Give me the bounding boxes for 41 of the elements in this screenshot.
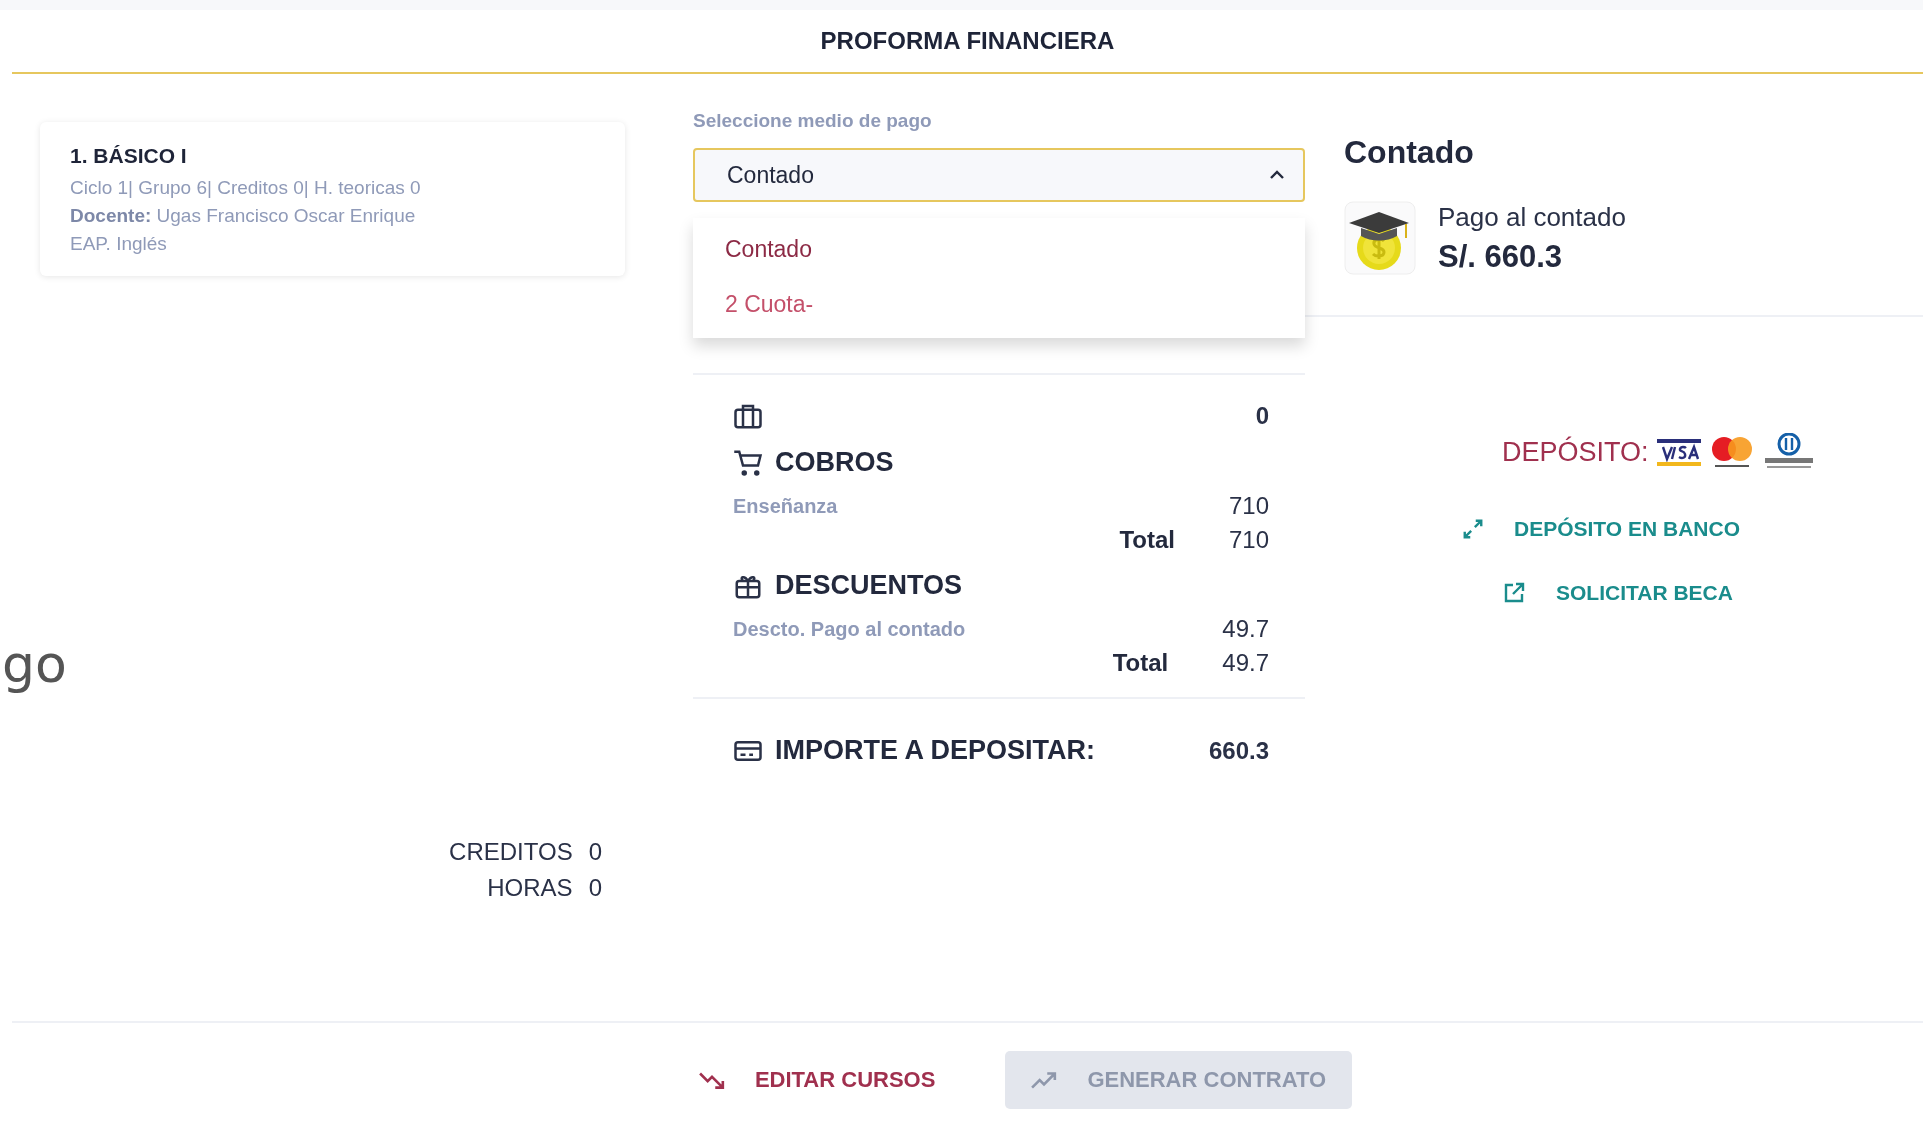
total-label: Total <box>1119 526 1175 554</box>
expand-icon <box>1462 518 1484 540</box>
edit-courses-button[interactable]: EDITAR CURSOS <box>672 1051 962 1109</box>
card-logo <box>1654 437 1703 467</box>
summary-label: CREDITOS <box>449 838 573 866</box>
course-title: 1. BÁSICO I <box>70 144 188 168</box>
course-details: Ciclo 1| Grupo 6| Creditos 0| H. teoricas 0 <box>70 176 422 200</box>
amount-due-label: IMPORTE A DEPOSITAR: <box>775 735 1095 766</box>
field-label: Seleccione medio de pago <box>693 110 932 132</box>
total-value: 710 <box>1228 526 1269 554</box>
dropdown-option[interactable]: Contado <box>693 222 1305 277</box>
summary-label: HORAS <box>487 874 573 902</box>
item-label: Descto. Pago al contado <box>733 617 966 641</box>
top-value: 0 <box>1255 402 1269 430</box>
trending-up-icon <box>1031 1070 1058 1090</box>
section-title: COBROS <box>775 447 894 478</box>
summary-value: 0 <box>588 838 602 866</box>
payment-select[interactable]: Contado <box>693 148 1305 202</box>
plan-amount: S/. 660.3 <box>1438 238 1564 275</box>
summary-value: 0 <box>588 874 602 902</box>
link-button[interactable]: DEPÓSITO EN BANCO <box>1462 517 1740 541</box>
total-value: 49.7 <box>1222 649 1269 677</box>
item-value: 49.7 <box>1222 615 1269 643</box>
trending-down-icon <box>698 1070 725 1090</box>
dropdown-option[interactable]: 2 Cuota- <box>693 277 1305 332</box>
course-teacher: Docente: Ugas Francisco Oscar Enrique <box>70 204 417 228</box>
item-value: 710 <box>1228 492 1269 520</box>
item-label: Enseñanza <box>733 494 838 518</box>
heading-fragment: go <box>2 634 67 694</box>
page-title: PROFORMA FINANCIERA <box>820 27 1115 55</box>
course-program: EAP. Inglés <box>70 232 168 256</box>
total-label: Total <box>1112 649 1169 677</box>
section-title: DESCUENTOS <box>775 570 963 601</box>
graduation-coin-icon <box>1344 201 1416 275</box>
plan-title: Contado <box>1344 134 1475 171</box>
chevron-up-icon <box>1269 170 1285 180</box>
amount-due-value: 660.3 <box>1208 736 1269 765</box>
plan-description: Pago al contado <box>1438 201 1626 233</box>
external-link-icon <box>1502 581 1526 605</box>
deposit-label: DEPÓSITO: <box>1502 436 1649 468</box>
link-button[interactable]: SOLICITAR BECA <box>1502 581 1733 605</box>
